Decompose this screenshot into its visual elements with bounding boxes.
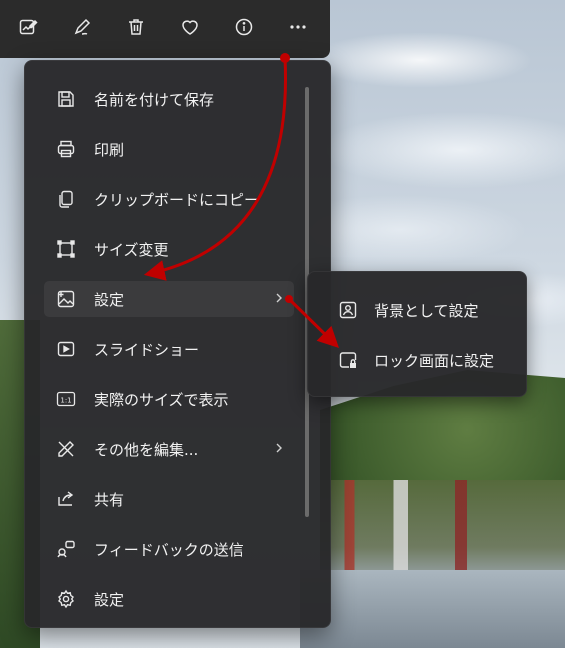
more-options-icon xyxy=(288,17,308,41)
more-options-menu: 名前を付けて保存 印刷 クリップボードにコピー サイズ変更 設定 スライドショー xyxy=(24,60,331,628)
edit-more-icon xyxy=(56,439,76,459)
submenu-item-label: ロック画面に設定 xyxy=(374,351,495,370)
chevron-right-icon xyxy=(276,443,282,453)
delete-button[interactable] xyxy=(114,7,158,51)
menu-item-feedback[interactable]: フィードバックの送信 xyxy=(44,531,294,567)
save-icon xyxy=(56,89,76,109)
chevron-right-icon xyxy=(276,293,282,303)
copy-icon xyxy=(56,189,76,209)
svg-text:1:1: 1:1 xyxy=(60,396,71,404)
menu-item-share[interactable]: 共有 xyxy=(44,481,294,517)
menu-item-print[interactable]: 印刷 xyxy=(44,131,294,167)
menu-item-label: その他を編集... xyxy=(94,440,199,459)
submenu-item-label: 背景として設定 xyxy=(374,301,479,320)
resize-icon xyxy=(56,239,76,259)
edit-image-icon xyxy=(18,17,38,41)
menu-item-label: クリップボードにコピー xyxy=(94,190,260,209)
slideshow-icon xyxy=(56,339,76,359)
menu-item-label: 印刷 xyxy=(94,140,125,159)
menu-item-slideshow[interactable]: スライドショー xyxy=(44,331,294,367)
menu-item-label: 名前を付けて保存 xyxy=(94,90,215,109)
menu-item-copy[interactable]: クリップボードにコピー xyxy=(44,181,294,217)
print-icon xyxy=(56,139,76,159)
menu-item-label: フィードバックの送信 xyxy=(94,540,244,559)
more-options-button[interactable] xyxy=(276,7,320,51)
info-icon xyxy=(234,17,254,41)
menu-item-set-as[interactable]: 設定 xyxy=(44,281,294,317)
feedback-icon xyxy=(56,539,76,559)
menu-item-actual-size[interactable]: 1:1 実際のサイズで表示 xyxy=(44,381,294,417)
image-toolbar xyxy=(0,0,330,58)
draw-icon xyxy=(72,17,92,41)
menu-item-label: 共有 xyxy=(94,490,125,509)
share-icon xyxy=(56,489,76,509)
menu-item-label: 実際のサイズで表示 xyxy=(94,390,229,409)
actual-size-icon: 1:1 xyxy=(56,389,76,409)
menu-item-label: 設定 xyxy=(94,590,125,609)
harbor-water xyxy=(300,570,565,648)
menu-item-label: スライドショー xyxy=(94,340,200,359)
menu-item-save-as[interactable]: 名前を付けて保存 xyxy=(44,81,294,117)
menu-item-edit-more[interactable]: その他を編集... xyxy=(44,431,294,467)
menu-item-label: 設定 xyxy=(94,290,125,309)
favorite-icon xyxy=(180,17,200,41)
menu-item-settings[interactable]: 設定 xyxy=(44,581,294,617)
set-as-submenu: 背景として設定 ロック画面に設定 xyxy=(307,271,527,397)
set-as-lock-screen-icon xyxy=(338,350,358,370)
submenu-item-set-as-background[interactable]: 背景として設定 xyxy=(316,292,518,328)
settings-icon xyxy=(56,589,76,609)
delete-icon xyxy=(126,17,146,41)
submenu-item-set-as-lock-screen[interactable]: ロック画面に設定 xyxy=(316,342,518,378)
favorite-button[interactable] xyxy=(168,7,212,51)
edit-image-button[interactable] xyxy=(6,7,50,51)
set-as-background-icon xyxy=(338,300,358,320)
draw-button[interactable] xyxy=(60,7,104,51)
set-as-icon xyxy=(56,289,76,309)
menu-item-resize[interactable]: サイズ変更 xyxy=(44,231,294,267)
menu-item-label: サイズ変更 xyxy=(94,240,169,259)
info-button[interactable] xyxy=(222,7,266,51)
